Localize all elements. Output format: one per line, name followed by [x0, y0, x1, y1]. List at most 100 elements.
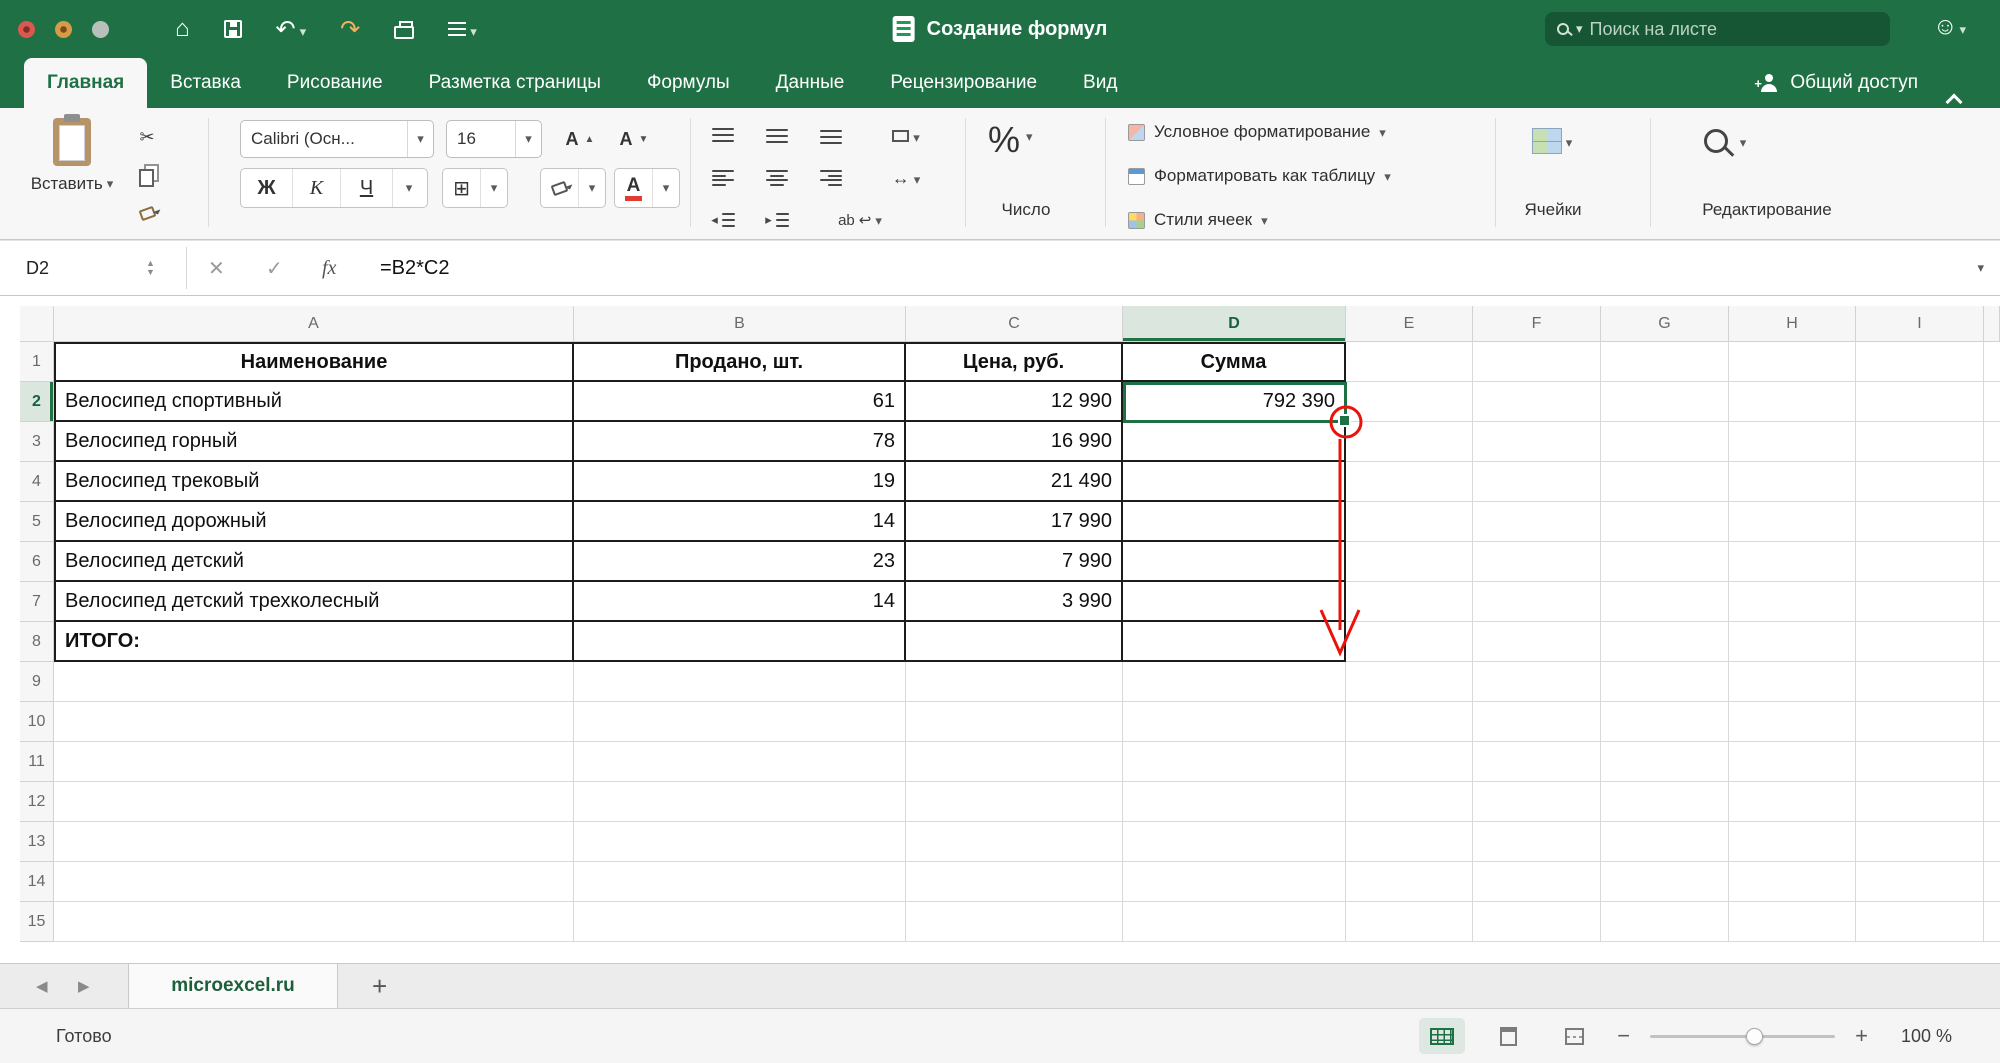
normal-view-button[interactable]	[1419, 1018, 1465, 1054]
cell-E4[interactable]	[1346, 462, 1473, 502]
cell-C12[interactable]	[906, 782, 1123, 822]
cell-E13[interactable]	[1346, 822, 1473, 862]
cell-B5[interactable]: 14	[574, 502, 906, 542]
cell-B3[interactable]: 78	[574, 422, 906, 462]
zoom-slider[interactable]	[1650, 1027, 1835, 1045]
cell-H9[interactable]	[1729, 662, 1856, 702]
cell-G15[interactable]	[1601, 902, 1729, 942]
cell-C10[interactable]	[906, 702, 1123, 742]
cell-C13[interactable]	[906, 822, 1123, 862]
cell-D10[interactable]	[1123, 702, 1346, 742]
row-header-14[interactable]: 14	[20, 862, 54, 902]
cut-button[interactable]: ✂	[126, 122, 168, 152]
cell-I7[interactable]	[1856, 582, 1984, 622]
font-color-button[interactable]: А	[614, 168, 680, 208]
cell-C4[interactable]: 21 490	[906, 462, 1123, 502]
cell-H10[interactable]	[1729, 702, 1856, 742]
cell-I14[interactable]	[1856, 862, 1984, 902]
cell-H3[interactable]	[1729, 422, 1856, 462]
cell-B13[interactable]	[574, 822, 906, 862]
cell-C9[interactable]	[906, 662, 1123, 702]
cell-H8[interactable]	[1729, 622, 1856, 662]
cell-F14[interactable]	[1473, 862, 1601, 902]
cell-styles-button[interactable]: Стили ячеек	[1128, 210, 1268, 230]
save-button[interactable]	[224, 20, 242, 38]
cell-filler-13[interactable]	[1984, 822, 2000, 862]
cell-A14[interactable]	[54, 862, 574, 902]
cell-B10[interactable]	[574, 702, 906, 742]
cell-filler-5[interactable]	[1984, 502, 2000, 542]
cell-D15[interactable]	[1123, 902, 1346, 942]
align-bottom-button[interactable]	[808, 120, 854, 152]
name-box[interactable]: D2	[26, 241, 49, 295]
cell-H13[interactable]	[1729, 822, 1856, 862]
cell-G13[interactable]	[1601, 822, 1729, 862]
cell-D7[interactable]	[1123, 582, 1346, 622]
cell-filler-14[interactable]	[1984, 862, 2000, 902]
cell-C8[interactable]	[906, 622, 1123, 662]
column-header-E[interactable]: E	[1346, 306, 1473, 342]
cell-I5[interactable]	[1856, 502, 1984, 542]
cell-A12[interactable]	[54, 782, 574, 822]
cell-filler-4[interactable]	[1984, 462, 2000, 502]
share-button[interactable]: + Общий доступ	[1758, 58, 1918, 108]
cell-E11[interactable]	[1346, 742, 1473, 782]
cell-F9[interactable]	[1473, 662, 1601, 702]
cell-I6[interactable]	[1856, 542, 1984, 582]
cell-H11[interactable]	[1729, 742, 1856, 782]
cell-A4[interactable]: Велосипед трековый	[54, 462, 574, 502]
cell-filler-1[interactable]	[1984, 342, 2000, 382]
cell-H5[interactable]	[1729, 502, 1856, 542]
cell-G14[interactable]	[1601, 862, 1729, 902]
redo-button[interactable]: ↷	[340, 15, 360, 44]
row-header-3[interactable]: 3	[20, 422, 54, 462]
cell-I15[interactable]	[1856, 902, 1984, 942]
align-top-button[interactable]	[700, 120, 746, 152]
cell-F15[interactable]	[1473, 902, 1601, 942]
format-painter-button[interactable]	[126, 198, 168, 228]
conditional-formatting-button[interactable]: Условное форматирование	[1128, 122, 1386, 142]
row-header-12[interactable]: 12	[20, 782, 54, 822]
cell-E1[interactable]	[1346, 342, 1473, 382]
fill-color-button[interactable]	[540, 168, 606, 208]
cell-filler-10[interactable]	[1984, 702, 2000, 742]
cell-G1[interactable]	[1601, 342, 1729, 382]
fullscreen-button[interactable]	[92, 21, 109, 38]
cell-A8[interactable]: ИТОГО:	[54, 622, 574, 662]
name-box-stepper[interactable]: ▲▼	[146, 241, 155, 295]
grow-font-button[interactable]: А▲	[556, 120, 604, 158]
cell-A3[interactable]: Велосипед горный	[54, 422, 574, 462]
insert-function-button[interactable]: fx	[322, 241, 336, 295]
cell-filler-7[interactable]	[1984, 582, 2000, 622]
cell-F8[interactable]	[1473, 622, 1601, 662]
previous-sheet-button[interactable]: ◀	[36, 964, 48, 1008]
cell-G12[interactable]	[1601, 782, 1729, 822]
column-header-D[interactable]: D	[1123, 306, 1346, 342]
sheet-tab-active[interactable]: microexcel.ru	[128, 964, 338, 1008]
cell-D1[interactable]: Сумма	[1123, 342, 1346, 382]
format-as-table-button[interactable]: Форматировать как таблицу	[1128, 166, 1391, 186]
cell-F3[interactable]	[1473, 422, 1601, 462]
cell-C14[interactable]	[906, 862, 1123, 902]
borders-button[interactable]: ⊞	[442, 168, 508, 208]
cell-B14[interactable]	[574, 862, 906, 902]
cell-E15[interactable]	[1346, 902, 1473, 942]
cell-I1[interactable]	[1856, 342, 1984, 382]
cell-filler-12[interactable]	[1984, 782, 2000, 822]
minimize-button[interactable]	[55, 21, 72, 38]
row-header-9[interactable]: 9	[20, 662, 54, 702]
formula-bar-expand-button[interactable]	[1977, 241, 1984, 295]
row-header-10[interactable]: 10	[20, 702, 54, 742]
close-button[interactable]	[18, 21, 35, 38]
cell-G10[interactable]	[1601, 702, 1729, 742]
cell-E9[interactable]	[1346, 662, 1473, 702]
cell-A7[interactable]: Велосипед детский трехколесный	[54, 582, 574, 622]
row-header-7[interactable]: 7	[20, 582, 54, 622]
cell-E3[interactable]	[1346, 422, 1473, 462]
cell-filler-9[interactable]	[1984, 662, 2000, 702]
cell-D13[interactable]	[1123, 822, 1346, 862]
cell-E10[interactable]	[1346, 702, 1473, 742]
cell-G5[interactable]	[1601, 502, 1729, 542]
cell-I2[interactable]	[1856, 382, 1984, 422]
cell-F1[interactable]	[1473, 342, 1601, 382]
